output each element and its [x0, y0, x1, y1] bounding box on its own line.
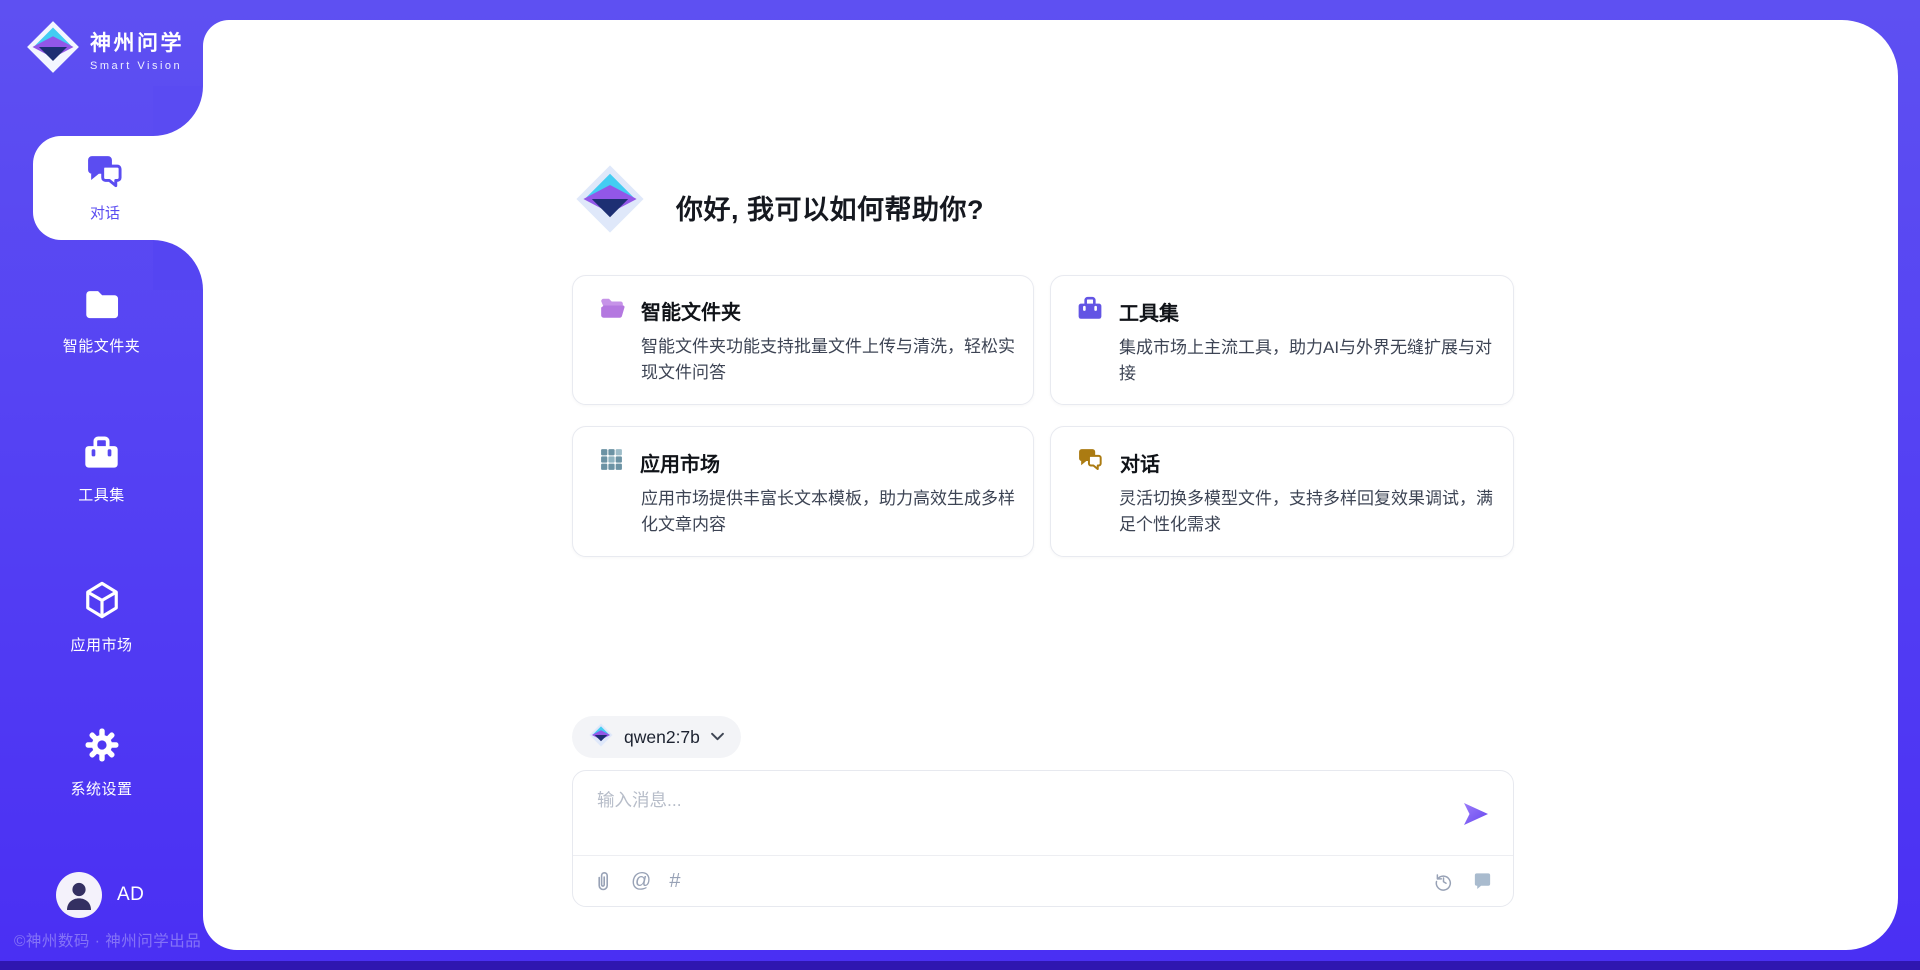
chevron-down-icon [711, 728, 724, 746]
card-description: 智能文件夹功能支持批量文件上传与清洗，轻松实现文件问答 [641, 334, 1015, 385]
model-selector[interactable]: qwen2:7b [572, 716, 741, 758]
app-tagline: Smart Vision [90, 60, 184, 72]
cube-icon [83, 580, 121, 625]
card-title: 智能文件夹 [641, 296, 741, 325]
sidebar-item-label: 工具集 [78, 484, 125, 505]
composer-toolbar: @ # [573, 855, 1513, 906]
copyright-text: ©神州数码 · 神州问学出品 [14, 929, 201, 951]
chat-bubble-icon[interactable] [1472, 871, 1493, 891]
user-account[interactable]: AD [56, 872, 144, 918]
message-input[interactable] [595, 785, 1399, 845]
chat-icon [1077, 447, 1104, 477]
sidebar-item-app-market[interactable]: 应用市场 [0, 580, 203, 655]
sidebar-item-smart-folder[interactable]: 智能文件夹 [0, 288, 203, 356]
model-name: qwen2:7b [624, 727, 700, 748]
avatar [56, 872, 102, 918]
user-name: AD [117, 884, 144, 906]
paper-plane-icon [1462, 815, 1490, 830]
message-composer: @ # [572, 770, 1514, 907]
model-diamond-icon [589, 723, 613, 752]
card-chat[interactable]: 对话 灵活切换多模型文件，支持多样回复效果调试，满足个性化需求 [1050, 426, 1514, 557]
grid-icon [599, 447, 624, 477]
paperclip-icon[interactable] [593, 870, 613, 892]
folder-icon [83, 288, 121, 326]
folder-open-icon [599, 296, 625, 325]
chat-icon [85, 153, 125, 195]
sidebar-item-label: 对话 [90, 202, 120, 223]
sidebar-item-label: 系统设置 [70, 778, 132, 799]
card-description: 应用市场提供丰富长文本模板，助力高效生成多样化文章内容 [641, 486, 1015, 537]
active-tab-fillet-bottom [153, 240, 203, 290]
sidebar-item-label: 应用市场 [70, 634, 132, 655]
brand-diamond-icon [26, 20, 80, 79]
active-tab-fillet-top [153, 86, 203, 136]
card-title: 工具集 [1119, 297, 1179, 326]
toolbox-icon [1077, 296, 1103, 326]
toolbox-icon [83, 436, 120, 475]
sidebar-item-label: 智能文件夹 [63, 335, 141, 356]
app-title: 神州问学 [90, 27, 184, 57]
greeting-title: 你好, 我可以如何帮助你? [676, 188, 984, 227]
card-title: 对话 [1120, 448, 1160, 477]
greeting-diamond-icon [575, 164, 645, 239]
card-toolset[interactable]: 工具集 集成市场上主流工具，助力AI与外界无缝扩展与对接 [1050, 275, 1514, 405]
sidebar-item-toolset[interactable]: 工具集 [0, 436, 203, 505]
app-window: 神州问学 Smart Vision 对话 智能文件夹 [0, 0, 1920, 970]
at-sign-icon[interactable]: @ [631, 871, 651, 891]
card-description: 集成市场上主流工具，助力AI与外界无缝扩展与对接 [1119, 335, 1493, 386]
sidebar-item-chat[interactable]: 对话 [33, 136, 203, 240]
app-logo: 神州问学 Smart Vision [26, 20, 184, 79]
history-icon[interactable] [1433, 871, 1454, 892]
card-description: 灵活切换多模型文件，支持多样回复效果调试，满足个性化需求 [1119, 486, 1493, 537]
gear-icon [83, 726, 121, 769]
sidebar-item-settings[interactable]: 系统设置 [0, 726, 203, 799]
hash-icon[interactable]: # [669, 871, 680, 891]
send-button[interactable] [1461, 801, 1491, 829]
card-smart-folder[interactable]: 智能文件夹 智能文件夹功能支持批量文件上传与清洗，轻松实现文件问答 [572, 275, 1034, 405]
brand-text: 神州问学 Smart Vision [90, 27, 184, 72]
card-title: 应用市场 [640, 448, 720, 477]
bottom-edge-band [0, 961, 1920, 970]
card-app-market[interactable]: 应用市场 应用市场提供丰富长文本模板，助力高效生成多样化文章内容 [572, 426, 1034, 557]
